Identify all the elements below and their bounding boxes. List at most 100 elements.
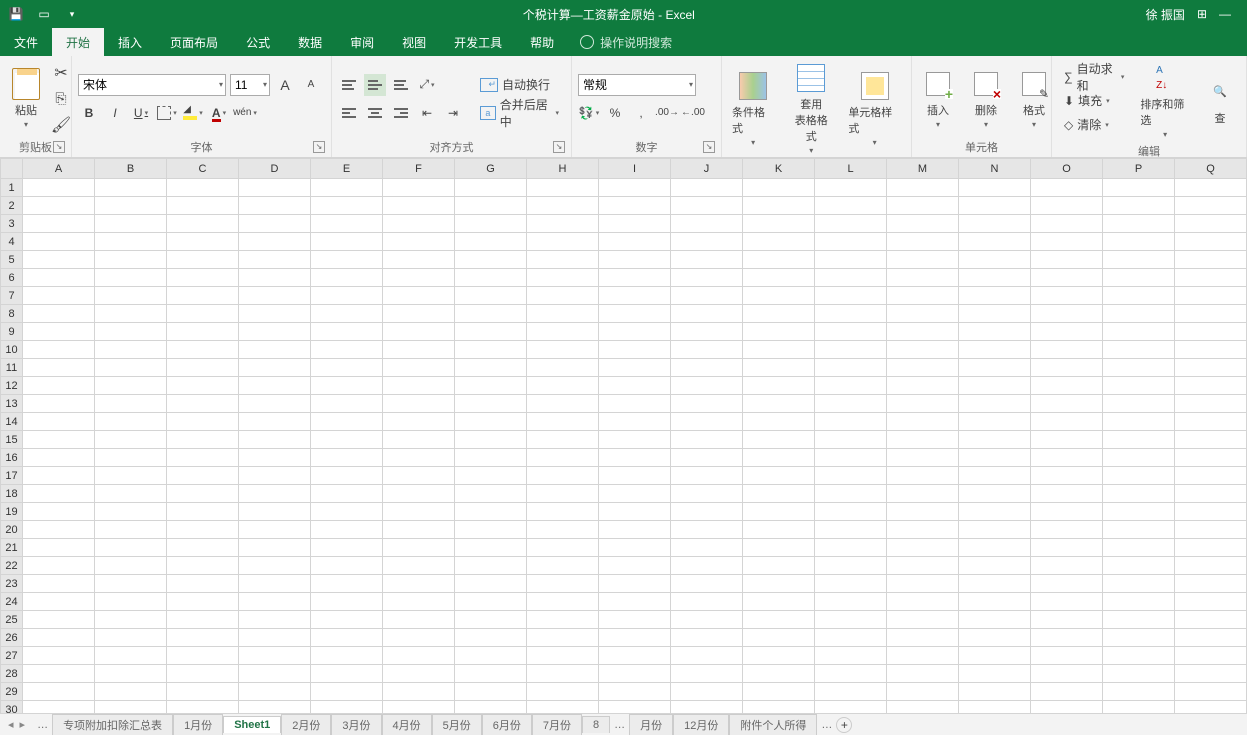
cell[interactable] (527, 413, 599, 431)
cell[interactable] (239, 485, 311, 503)
cell[interactable] (167, 449, 239, 467)
cell[interactable] (239, 287, 311, 305)
qat-more-icon[interactable]: ▾ (64, 6, 80, 22)
cell[interactable] (383, 521, 455, 539)
cell[interactable] (23, 557, 95, 575)
cell[interactable] (311, 233, 383, 251)
cell[interactable] (959, 683, 1031, 701)
cell[interactable] (95, 179, 167, 197)
cell[interactable] (959, 449, 1031, 467)
cell[interactable] (239, 521, 311, 539)
cell[interactable] (23, 485, 95, 503)
cell[interactable] (815, 179, 887, 197)
cell[interactable] (671, 629, 743, 647)
row-header[interactable]: 3 (1, 215, 23, 233)
cell[interactable] (383, 179, 455, 197)
cell[interactable] (671, 611, 743, 629)
cell[interactable] (959, 395, 1031, 413)
cell[interactable] (671, 251, 743, 269)
cell[interactable] (167, 341, 239, 359)
cell[interactable] (1031, 197, 1103, 215)
cell[interactable] (95, 305, 167, 323)
cell[interactable] (239, 395, 311, 413)
cell[interactable] (1175, 683, 1247, 701)
cell[interactable] (959, 593, 1031, 611)
cell[interactable] (383, 287, 455, 305)
cell[interactable] (95, 449, 167, 467)
phonetic-button[interactable]: wén (234, 102, 256, 124)
cell[interactable] (1031, 251, 1103, 269)
cell[interactable] (1175, 467, 1247, 485)
cell[interactable] (815, 449, 887, 467)
cell[interactable] (311, 665, 383, 683)
cell[interactable] (527, 503, 599, 521)
cell[interactable] (1175, 503, 1247, 521)
wrap-text-button[interactable]: 自动换行 (474, 74, 565, 96)
font-color-button[interactable]: A (208, 102, 230, 124)
cell[interactable] (527, 269, 599, 287)
cell[interactable] (23, 665, 95, 683)
column-header[interactable]: H (527, 159, 599, 179)
cell[interactable] (455, 485, 527, 503)
cell[interactable] (239, 629, 311, 647)
cell[interactable] (95, 701, 167, 714)
cell[interactable] (311, 701, 383, 714)
cell[interactable] (959, 269, 1031, 287)
column-header[interactable]: N (959, 159, 1031, 179)
cell[interactable] (383, 575, 455, 593)
cell[interactable] (815, 197, 887, 215)
cell[interactable] (743, 251, 815, 269)
save-icon[interactable]: 💾 (8, 6, 24, 22)
cell[interactable] (959, 557, 1031, 575)
cell[interactable] (1103, 215, 1175, 233)
cell[interactable] (1175, 287, 1247, 305)
cell[interactable] (1031, 305, 1103, 323)
cell[interactable] (1175, 449, 1247, 467)
cell[interactable] (1103, 431, 1175, 449)
cell[interactable] (239, 701, 311, 714)
row-header[interactable]: 1 (1, 179, 23, 197)
cell[interactable] (383, 233, 455, 251)
cell[interactable] (95, 413, 167, 431)
cell[interactable] (1031, 521, 1103, 539)
cell[interactable] (1103, 341, 1175, 359)
cell[interactable] (671, 341, 743, 359)
cell[interactable] (1175, 269, 1247, 287)
cell[interactable] (311, 539, 383, 557)
cell[interactable] (743, 323, 815, 341)
cell[interactable] (815, 539, 887, 557)
cell[interactable] (311, 323, 383, 341)
cell[interactable] (239, 665, 311, 683)
cell[interactable] (1175, 197, 1247, 215)
cell[interactable] (527, 683, 599, 701)
cell[interactable] (311, 431, 383, 449)
cell[interactable] (1103, 539, 1175, 557)
cell[interactable] (311, 683, 383, 701)
cell[interactable] (167, 575, 239, 593)
cell[interactable] (1175, 539, 1247, 557)
row-header[interactable]: 13 (1, 395, 23, 413)
cell[interactable] (239, 377, 311, 395)
cell[interactable] (671, 233, 743, 251)
cell[interactable] (1031, 701, 1103, 714)
cell[interactable] (815, 629, 887, 647)
cell[interactable] (599, 431, 671, 449)
cell[interactable] (527, 485, 599, 503)
cell[interactable] (167, 683, 239, 701)
cell[interactable] (95, 611, 167, 629)
cell[interactable] (887, 701, 959, 714)
cell[interactable] (1103, 593, 1175, 611)
cell[interactable] (599, 503, 671, 521)
cell[interactable] (167, 629, 239, 647)
row-header[interactable]: 6 (1, 269, 23, 287)
cell[interactable] (383, 557, 455, 575)
cell[interactable] (95, 395, 167, 413)
cell[interactable] (95, 539, 167, 557)
column-header[interactable]: B (95, 159, 167, 179)
cell[interactable] (455, 467, 527, 485)
row-header[interactable]: 16 (1, 449, 23, 467)
cell[interactable] (311, 629, 383, 647)
cell[interactable] (1103, 305, 1175, 323)
row-header[interactable]: 10 (1, 341, 23, 359)
cell[interactable] (95, 665, 167, 683)
